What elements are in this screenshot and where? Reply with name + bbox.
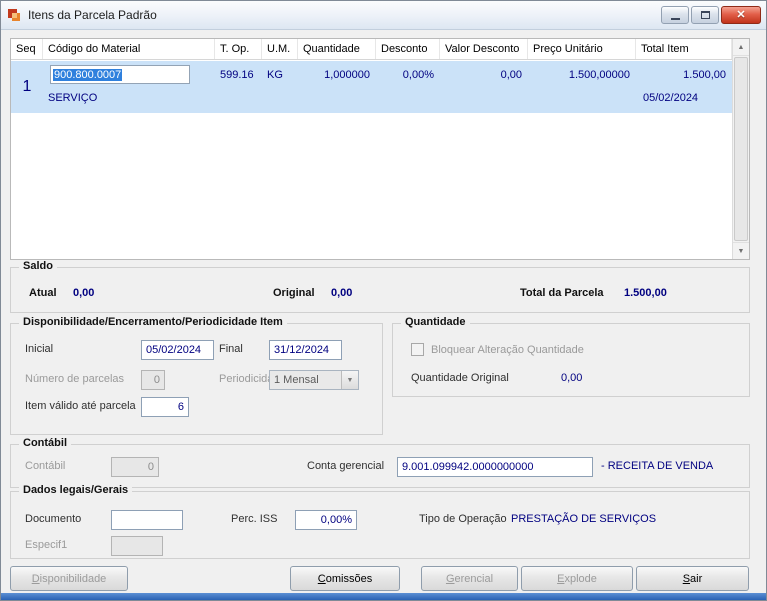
scroll-up-icon[interactable]: ▲ [733, 39, 749, 56]
sair-button[interactable]: Sair [636, 566, 749, 591]
conta-gerencial-field[interactable]: 9.001.099942.0000000000 [397, 457, 593, 477]
minimize-button[interactable] [661, 6, 689, 24]
numero-parcelas-label: Número de parcelas [25, 373, 125, 385]
disponibilidade-group: Disponibilidade/Encerramento/Periodicida… [10, 316, 383, 435]
quantidade-original-value: 0,00 [561, 372, 583, 384]
saldo-atual-label: Atual [29, 287, 57, 299]
documento-label: Documento [25, 513, 82, 525]
bloquear-label: Bloquear Alteração Quantidade [431, 344, 584, 356]
quantidade-title: Quantidade [401, 316, 470, 328]
saldo-group: Saldo Atual 0,00 Original 0,00 Total da … [10, 260, 750, 313]
maximize-icon [700, 11, 710, 19]
cell-data: 05/02/2024 [643, 92, 699, 104]
item-valido-field[interactable]: 6 [141, 397, 189, 417]
grid-row-selected[interactable]: 1 900.800.0007 599.16 KG 1,000000 0,00% … [11, 61, 732, 113]
contabil-title: Contábil [19, 437, 71, 449]
column-header-um[interactable]: U.M. [262, 39, 298, 59]
codigo-material-field[interactable]: 900.800.0007 [50, 65, 190, 84]
column-header-total-item[interactable]: Total Item [636, 39, 732, 59]
explode-button[interactable]: Explode [521, 566, 633, 591]
disponibilidade-title: Disponibilidade/Encerramento/Periodicida… [19, 316, 287, 328]
comissoes-button[interactable]: Comissões [290, 566, 400, 591]
tipo-operacao-label: Tipo de Operação [419, 513, 507, 525]
app-icon [6, 7, 22, 23]
maximize-button[interactable] [691, 6, 719, 24]
numero-parcelas-field[interactable]: 0 [141, 370, 165, 390]
gerencial-button[interactable]: Gerencial [421, 566, 518, 591]
tipo-operacao-value: PRESTAÇÃO DE SERVIÇOS [511, 513, 657, 525]
bloquear-checkbox[interactable] [411, 343, 424, 356]
cell-t-op: 599.16 [220, 68, 254, 81]
dados-legais-group: Dados legais/Gerais Documento Perc. ISS … [10, 484, 750, 559]
cell-valor-desconto: 0,00 [500, 68, 522, 81]
saldo-total-label: Total da Parcela [520, 287, 604, 299]
cell-total-item: 1.500,00 [683, 68, 726, 81]
cell-um: KG [267, 68, 283, 81]
scroll-down-icon[interactable]: ▼ [733, 242, 749, 259]
disponibilidade-button[interactable]: Disponibilidade [10, 566, 128, 591]
cell-seq: 1 [22, 78, 32, 95]
saldo-total-value: 1.500,00 [624, 287, 667, 299]
periodicidade-combo[interactable]: 1 Mensal ▼ [269, 370, 359, 390]
window-controls: ✕ [661, 6, 761, 24]
contabil-label: Contábil [25, 460, 66, 472]
column-header-preco-unitario[interactable]: Preço Unitário [528, 39, 636, 59]
column-header-seq[interactable]: Seq [11, 39, 43, 59]
cell-desconto: 0,00% [402, 68, 434, 81]
saldo-original-label: Original [273, 287, 315, 299]
quantidade-original-label: Quantidade Original [411, 372, 509, 384]
saldo-title: Saldo [19, 260, 57, 272]
window-title: Itens da Parcela Padrão [28, 8, 157, 22]
column-header-desconto[interactable]: Desconto [376, 39, 440, 59]
inicial-field[interactable]: 05/02/2024 [141, 340, 214, 360]
item-valido-label: Item válido até parcela [25, 400, 136, 412]
perc-iss-label: Perc. ISS [231, 513, 278, 525]
cell-codigo: 900.800.0007 [43, 65, 215, 84]
column-header-t-op[interactable]: T. Op. [215, 39, 262, 59]
items-grid: Seq Código do Material T. Op. U.M. Quant… [10, 38, 750, 260]
contabil-group: Contábil Contábil 0 Conta gerencial 9.00… [10, 437, 750, 488]
conta-gerencial-desc: - RECEITA DE VENDA [601, 460, 714, 472]
cell-descricao: SERVIÇO [48, 92, 98, 104]
cell-preco-unitario: 1.500,00000 [568, 68, 630, 81]
documento-field[interactable] [111, 510, 183, 530]
grid-scrollbar[interactable]: ▲ ▼ [732, 39, 749, 259]
column-header-valor-desconto[interactable]: Valor Desconto [440, 39, 528, 59]
saldo-original-value: 0,00 [331, 287, 353, 299]
minimize-icon [670, 18, 680, 20]
combo-arrow-icon[interactable]: ▼ [341, 371, 358, 389]
contabil-field[interactable]: 0 [111, 457, 159, 477]
conta-gerencial-label: Conta gerencial [307, 460, 385, 472]
saldo-atual-value: 0,00 [73, 287, 95, 299]
especif1-field[interactable] [111, 536, 163, 556]
final-field[interactable]: 31/12/2024 [269, 340, 342, 360]
scrollbar-thumb[interactable] [734, 57, 748, 241]
cell-quantidade: 1,000000 [324, 68, 370, 81]
close-button[interactable]: ✕ [721, 6, 761, 24]
grid-header: Seq Código do Material T. Op. U.M. Quant… [11, 39, 732, 60]
periodicidade-value: 1 Mensal [274, 374, 319, 386]
close-icon: ✕ [736, 8, 746, 21]
quantidade-group: Quantidade Bloquear Alteração Quantidade… [392, 316, 750, 397]
codigo-selected-text: 900.800.0007 [53, 68, 123, 81]
column-header-quantidade[interactable]: Quantidade [298, 39, 376, 59]
dialog-window: Itens da Parcela Padrão ✕ Seq Código do … [0, 0, 767, 601]
column-header-codigo[interactable]: Código do Material [43, 39, 215, 59]
perc-iss-field[interactable]: 0,00% [295, 510, 357, 530]
final-label: Final [219, 343, 243, 355]
titlebar[interactable]: Itens da Parcela Padrão ✕ [1, 1, 766, 30]
especif1-label: Especif1 [25, 539, 68, 551]
inicial-label: Inicial [25, 343, 54, 355]
dados-legais-title: Dados legais/Gerais [19, 484, 133, 496]
window-bottom-frame [1, 593, 766, 600]
